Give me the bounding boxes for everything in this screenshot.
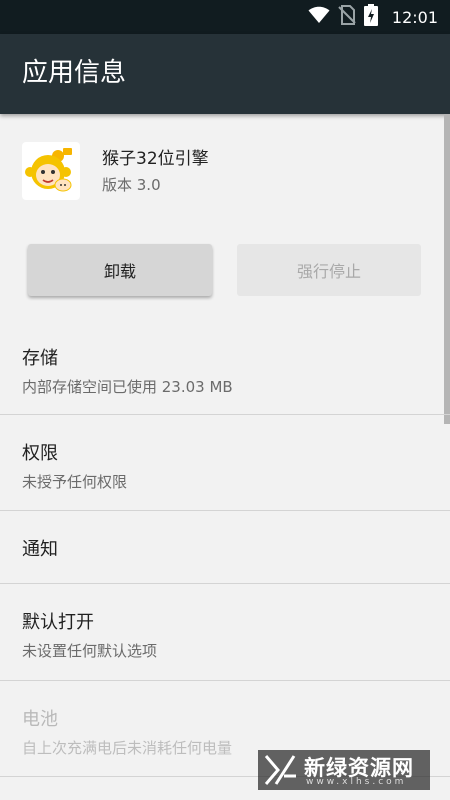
status-icons: 12:01 [308,0,438,34]
battery-subtitle: 自上次充满电后未消耗任何电量 [22,739,233,757]
app-info-content: 猴子32位引擎 版本 3.0 卸载 强行停止 存储 内部存储空间已使用 23.0… [0,114,450,800]
no-sim-icon [338,5,356,29]
permissions-title: 权限 [22,443,58,464]
open-by-default-item[interactable]: 默认打开 未设置任何默认选项 [0,584,450,680]
app-bar: 应用信息 [0,34,450,114]
watermark-url: www.xlhs.com [306,777,407,787]
app-version: 版本 3.0 [102,176,161,194]
battery-title: 电池 [22,709,58,730]
force-stop-button[interactable]: 强行停止 [237,244,421,296]
uninstall-button[interactable]: 卸载 [28,244,212,296]
storage-item[interactable]: 存储 内部存储空间已使用 23.03 MB [0,320,450,415]
notifications-item[interactable]: 通知 [0,511,450,583]
watermark: 新绿资源网 www.xlhs.com [258,750,430,790]
status-time: 12:01 [391,7,438,27]
storage-subtitle: 内部存储空间已使用 23.03 MB [22,378,233,396]
app-name: 猴子32位引擎 [102,149,209,169]
open-by-default-title: 默认打开 [22,612,94,633]
watermark-logo-icon [264,754,298,790]
wifi-icon [308,6,330,28]
battery-charging-icon [363,4,378,30]
app-header: 猴子32位引擎 版本 3.0 [0,114,450,224]
permissions-item[interactable]: 权限 未授予任何权限 [0,415,450,510]
status-bar: 12:01 [0,0,450,34]
monkey-app-icon [22,142,80,200]
page-title: 应用信息 [22,58,127,88]
open-by-default-subtitle: 未设置任何默认选项 [22,642,158,660]
permissions-subtitle: 未授予任何权限 [22,473,128,491]
notifications-title: 通知 [22,539,58,560]
storage-title: 存储 [22,348,58,369]
